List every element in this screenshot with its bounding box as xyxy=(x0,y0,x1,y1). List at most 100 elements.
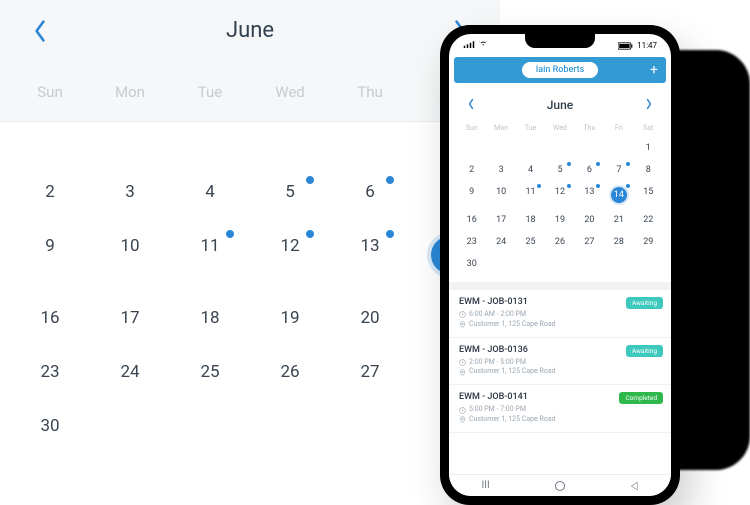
day-number: 25 xyxy=(200,362,219,382)
day-number: 3 xyxy=(499,165,504,175)
job-list: EWM - JOB-01316:00 AM - 2:00 PMCustomer … xyxy=(449,290,671,433)
calendar-day[interactable]: 1 xyxy=(634,138,663,158)
calendar-day[interactable]: 13 xyxy=(330,224,410,286)
calendar-day[interactable]: 16 xyxy=(457,210,486,230)
job-card[interactable]: EWM - JOB-01415:00 PM - 7:00 PMCustomer … xyxy=(449,385,671,433)
calendar-day[interactable]: 24 xyxy=(486,232,515,252)
day-number: 25 xyxy=(526,237,536,247)
calendar-day[interactable]: 23 xyxy=(10,350,90,394)
calendar-day[interactable]: 11 xyxy=(516,182,545,208)
calendar-day[interactable]: 4 xyxy=(516,160,545,180)
day-number: 11 xyxy=(526,187,536,197)
clock-icon xyxy=(459,359,466,366)
prev-month-button[interactable] xyxy=(32,19,48,43)
calendar-day[interactable]: 28 xyxy=(604,232,633,252)
job-card[interactable]: EWM - JOB-01362:00 PM - 5:00 PMCustomer … xyxy=(449,338,671,386)
calendar-day[interactable]: 4 xyxy=(170,170,250,214)
calendar-day[interactable]: 18 xyxy=(170,296,250,340)
nav-back[interactable]: ◁ xyxy=(631,479,638,492)
add-button[interactable]: + xyxy=(650,63,658,77)
calendar-day[interactable]: 19 xyxy=(250,296,330,340)
calendar-day[interactable]: 13 xyxy=(575,182,604,208)
day-number: 9 xyxy=(469,187,474,197)
calendar-day[interactable]: 5 xyxy=(545,160,574,180)
calendar-day[interactable]: 15 xyxy=(634,182,663,208)
calendar-day[interactable]: 9 xyxy=(457,182,486,208)
calendar-day[interactable]: 29 xyxy=(634,232,663,252)
calendar-day[interactable]: 7 xyxy=(604,160,633,180)
day-header: Tue xyxy=(170,83,250,101)
job-location: Customer 1, 125 Cape Road xyxy=(459,320,661,330)
calendar-day[interactable]: 27 xyxy=(330,350,410,394)
calendar-day[interactable]: 26 xyxy=(545,232,574,252)
event-dot-icon xyxy=(626,162,630,166)
nav-recent[interactable]: III xyxy=(482,480,490,491)
calendar-day[interactable]: 30 xyxy=(457,254,486,274)
calendar-day xyxy=(330,136,410,160)
calendar-day[interactable]: 3 xyxy=(90,170,170,214)
calendar-day[interactable]: 9 xyxy=(10,224,90,286)
calendar-day[interactable]: 8 xyxy=(634,160,663,180)
day-number: 4 xyxy=(528,165,533,175)
day-number: 16 xyxy=(467,215,477,225)
calendar-day[interactable]: 10 xyxy=(90,224,170,286)
calendar-day[interactable]: 24 xyxy=(90,350,170,394)
desktop-day-headers: SunMonTueWedThuFri xyxy=(0,61,500,121)
event-dot-icon xyxy=(386,176,394,184)
status-badge: Completed xyxy=(619,392,663,404)
day-number: 22 xyxy=(643,215,653,225)
day-number: 2 xyxy=(469,165,474,175)
user-badge[interactable]: Iain Roberts xyxy=(522,62,599,78)
calendar-day[interactable]: 23 xyxy=(457,232,486,252)
calendar-day[interactable]: 12 xyxy=(250,224,330,286)
calendar-day[interactable]: 16 xyxy=(10,296,90,340)
day-number: 19 xyxy=(280,308,299,328)
status-icons-right: 11:47 xyxy=(618,41,657,50)
nav-home[interactable] xyxy=(555,481,565,491)
day-header: Mon xyxy=(486,124,515,132)
mobile-prev-month[interactable] xyxy=(467,95,475,114)
calendar-day xyxy=(250,136,330,160)
calendar-day[interactable]: 25 xyxy=(170,350,250,394)
calendar-day[interactable]: 21 xyxy=(604,210,633,230)
calendar-day xyxy=(575,138,604,158)
day-header: Tue xyxy=(516,124,545,132)
calendar-day[interactable]: 3 xyxy=(486,160,515,180)
calendar-day[interactable]: 20 xyxy=(330,296,410,340)
job-card[interactable]: EWM - JOB-01316:00 AM - 2:00 PMCustomer … xyxy=(449,290,671,338)
day-number: 13 xyxy=(584,187,594,197)
day-header: Sat xyxy=(634,124,663,132)
mobile-next-month[interactable] xyxy=(645,95,653,114)
calendar-day[interactable]: 26 xyxy=(250,350,330,394)
mobile-calendar-grid: 1234567891011121314151617181920212223242… xyxy=(449,136,671,282)
day-number: 5 xyxy=(285,182,295,202)
calendar-day[interactable]: 27 xyxy=(575,232,604,252)
day-number: 20 xyxy=(360,308,379,328)
day-number: 6 xyxy=(365,182,375,202)
event-dot-icon xyxy=(306,230,314,238)
calendar-day[interactable]: 30 xyxy=(10,404,90,448)
day-number: 27 xyxy=(584,237,594,247)
calendar-day[interactable]: 18 xyxy=(516,210,545,230)
calendar-day[interactable]: 22 xyxy=(634,210,663,230)
calendar-day[interactable]: 5 xyxy=(250,170,330,214)
app-top-bar: Iain Roberts + xyxy=(454,57,666,83)
calendar-day[interactable]: 10 xyxy=(486,182,515,208)
day-number: 27 xyxy=(360,362,379,382)
calendar-day[interactable]: 6 xyxy=(330,170,410,214)
calendar-day[interactable]: 2 xyxy=(10,170,90,214)
calendar-day[interactable]: 17 xyxy=(90,296,170,340)
event-dot-icon xyxy=(567,162,571,166)
calendar-day[interactable]: 2 xyxy=(457,160,486,180)
day-number: 3 xyxy=(125,182,135,202)
calendar-day[interactable]: 20 xyxy=(575,210,604,230)
calendar-day[interactable]: 6 xyxy=(575,160,604,180)
calendar-day[interactable]: 14 xyxy=(604,182,633,208)
calendar-day[interactable]: 19 xyxy=(545,210,574,230)
calendar-day[interactable]: 17 xyxy=(486,210,515,230)
calendar-day[interactable]: 25 xyxy=(516,232,545,252)
calendar-day[interactable]: 11 xyxy=(170,224,250,286)
day-number: 26 xyxy=(555,237,565,247)
calendar-day[interactable]: 12 xyxy=(545,182,574,208)
day-header: Wed xyxy=(545,124,574,132)
